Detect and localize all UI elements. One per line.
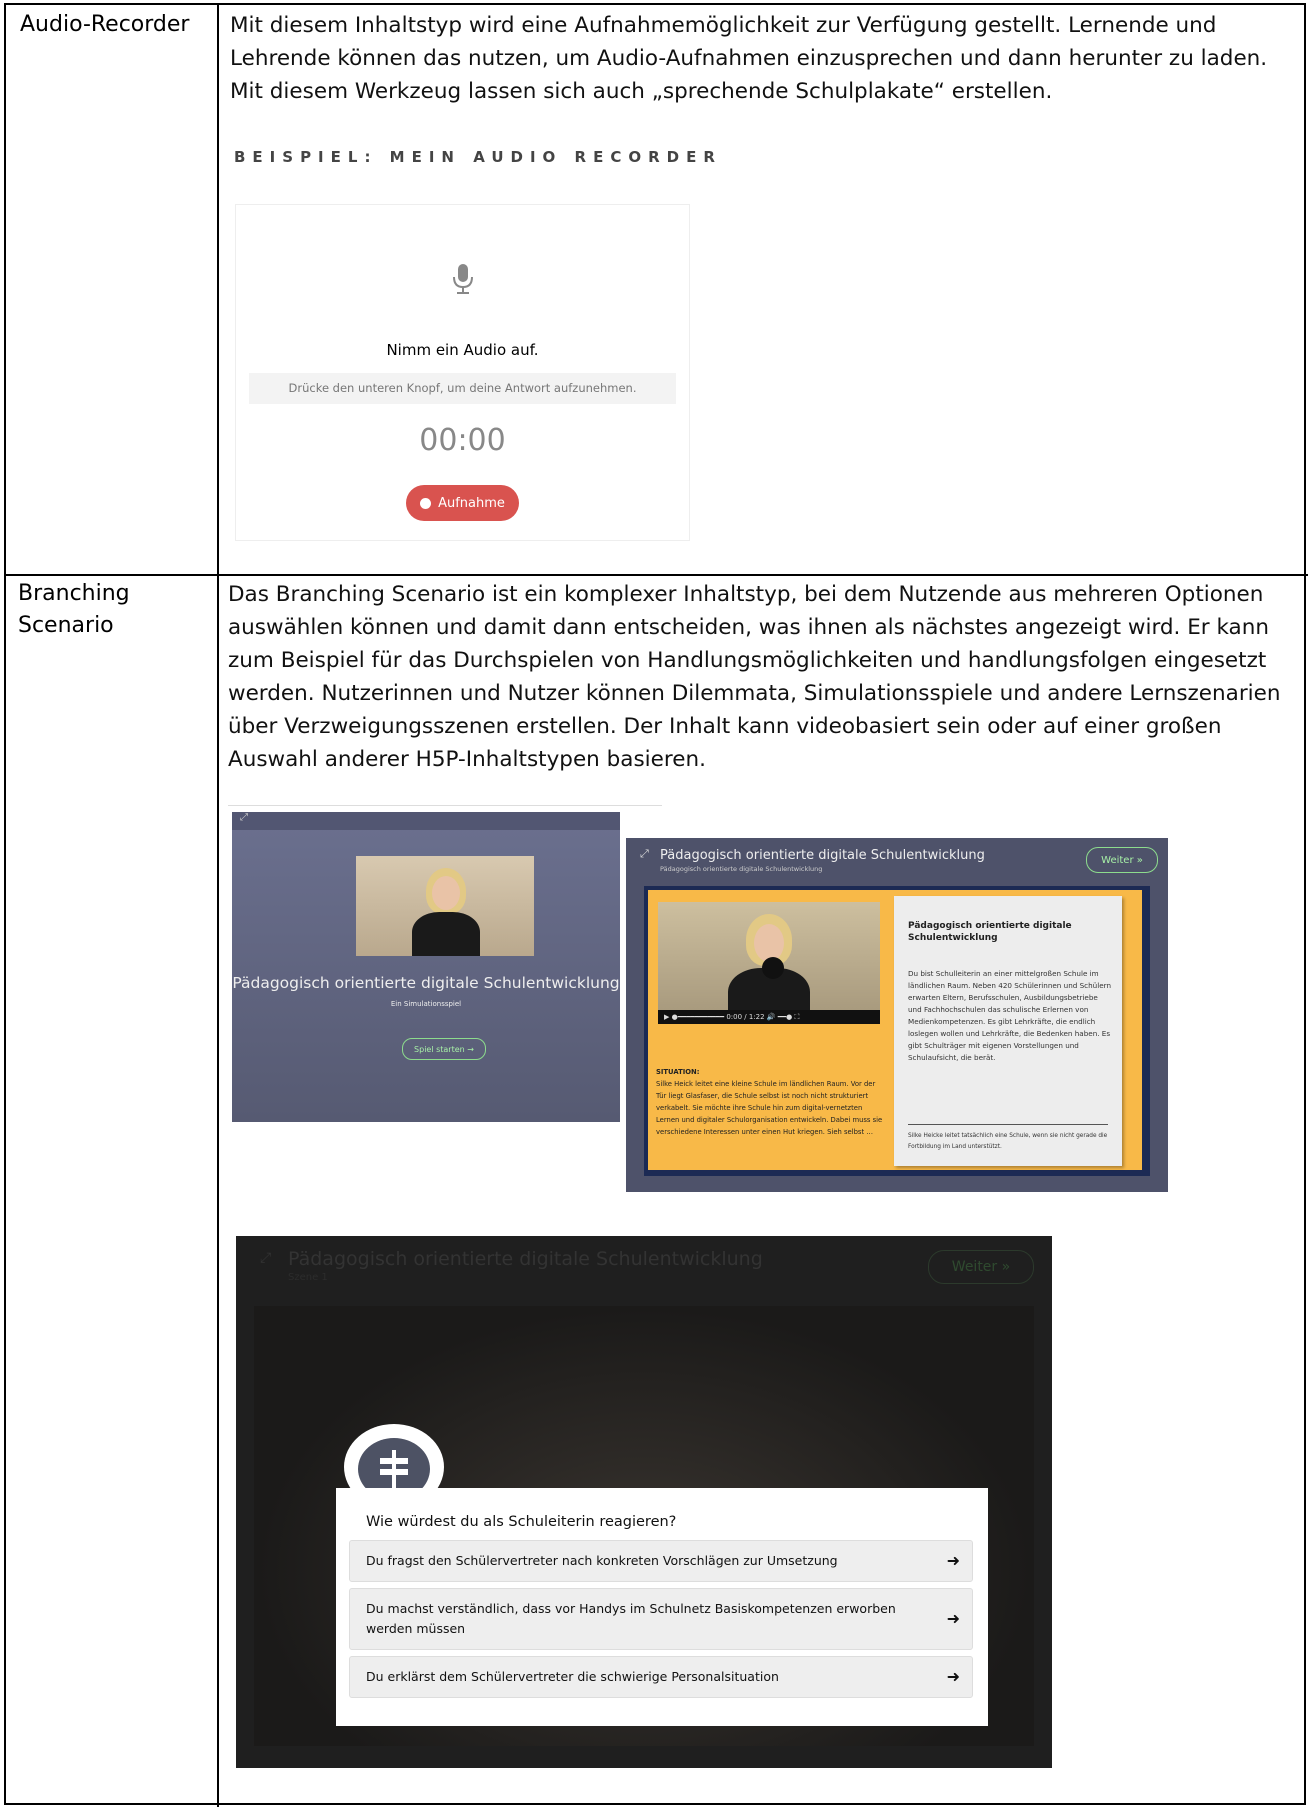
question-text: Wie würdest du als Schuleiterin reagiere… (366, 1514, 677, 1530)
question-screen-subtitle: Szene 1 (288, 1272, 328, 1283)
start-title: Pädagogisch orientierte digitale Schulen… (232, 974, 620, 992)
column-divider (217, 5, 219, 1807)
situation-text: SITUATION: Silke Heick leitet eine klein… (656, 1066, 884, 1138)
answer-option-3[interactable]: Du erklärst dem Schülervertreter die sch… (349, 1656, 973, 1698)
answer-option-1[interactable]: Du fragst den Schülervertreter nach konk… (349, 1540, 973, 1582)
play-icon[interactable] (762, 957, 784, 979)
info-card: Pädagogisch orientierte digitale Schulen… (894, 896, 1122, 1166)
microphone-icon (453, 264, 473, 294)
recorder-timer: 00:00 (419, 423, 506, 458)
term-branching-scenario: Branching Scenario (18, 581, 130, 638)
arrow-right-icon: ➜ (946, 1609, 960, 1628)
example-heading: BEISPIEL: MEIN AUDIO RECORDER (234, 148, 722, 166)
answer-option-2[interactable]: Du machst verständlich, dass vor Handys … (349, 1588, 973, 1650)
next-button-dimmed[interactable]: Weiter » (928, 1250, 1034, 1284)
answer-option-label: Du fragst den Schülervertreter nach konk… (366, 1553, 838, 1568)
recorder-hint: Drücke den unteren Knopf, um deine Antwo… (249, 373, 676, 404)
question-panel: Wie würdest du als Schuleiterin reagiere… (336, 1488, 988, 1726)
answer-option-label: Du erklärst dem Schülervertreter die sch… (366, 1669, 779, 1684)
answer-option-label: Du machst verständlich, dass vor Handys … (366, 1601, 896, 1636)
question-screen-screenshot: ⤢ Pädagogisch orientierte digitale Schul… (236, 1236, 1052, 1768)
expand-icon: ⤢ (640, 847, 649, 860)
next-button[interactable]: Weiter » (1086, 847, 1158, 873)
start-screen-screenshot: ⤢ Pädagogisch orientierte digitale Schul… (232, 812, 620, 1122)
description-branching-scenario: Das Branching Scenario ist ein komplexer… (228, 582, 1281, 772)
card-heading: Pädagogisch orientierte digitale Schulen… (908, 921, 1072, 943)
arrow-right-icon: ➜ (946, 1551, 960, 1570)
start-subtitle: Ein Simulationsspiel (390, 1000, 462, 1008)
card-text: Du bist Schulleiterin an einer mittelgro… (908, 969, 1112, 1062)
card-divider (908, 1124, 1108, 1125)
situation-heading: SITUATION: (656, 1068, 700, 1076)
screenshot-border (228, 805, 662, 806)
start-game-button[interactable]: Spiel starten → (402, 1038, 486, 1060)
content-screen-screenshot: ⤢ Pädagogisch orientierte digitale Schul… (626, 838, 1168, 1192)
description-audio-recorder: Mit diesem Inhaltstyp wird eine Aufnahme… (230, 13, 1268, 104)
term-audio-recorder: Audio-Recorder (20, 12, 190, 37)
recorder-title: Nimm ein Audio auf. (386, 341, 539, 359)
row-divider (6, 574, 1308, 576)
audio-recorder-widget: Nimm ein Audio auf. Drücke den unteren K… (235, 204, 690, 541)
record-button-label: Aufnahme (438, 495, 505, 511)
question-screen-title: Pädagogisch orientierte digitale Schulen… (288, 1248, 763, 1270)
content-subtitle: Pädagogisch orientierte digitale Schulen… (660, 865, 823, 873)
portrait-image (356, 856, 534, 956)
record-button[interactable]: Aufnahme (406, 485, 519, 521)
fullscreen-icon: ⤢ (232, 812, 620, 830)
record-dot-icon (420, 497, 432, 509)
card-footer: Silke Heicke leitet tatsächlich eine Sch… (908, 1133, 1108, 1150)
video-time: 0:00 / 1:22 (726, 1013, 765, 1021)
video-controls[interactable]: ▶ ●━━━━━━━━━━━ 0:00 / 1:22 🔊 ━━● ⛶ (658, 1010, 880, 1024)
arrow-right-icon: ➜ (946, 1667, 960, 1686)
expand-icon: ⤢ (260, 1250, 272, 1266)
situation-body: Silke Heick leitet eine kleine Schule im… (656, 1080, 883, 1136)
content-title: Pädagogisch orientierte digitale Schulen… (660, 848, 985, 863)
video-background: Wie würdest du als Schuleiterin reagiere… (254, 1306, 1034, 1746)
